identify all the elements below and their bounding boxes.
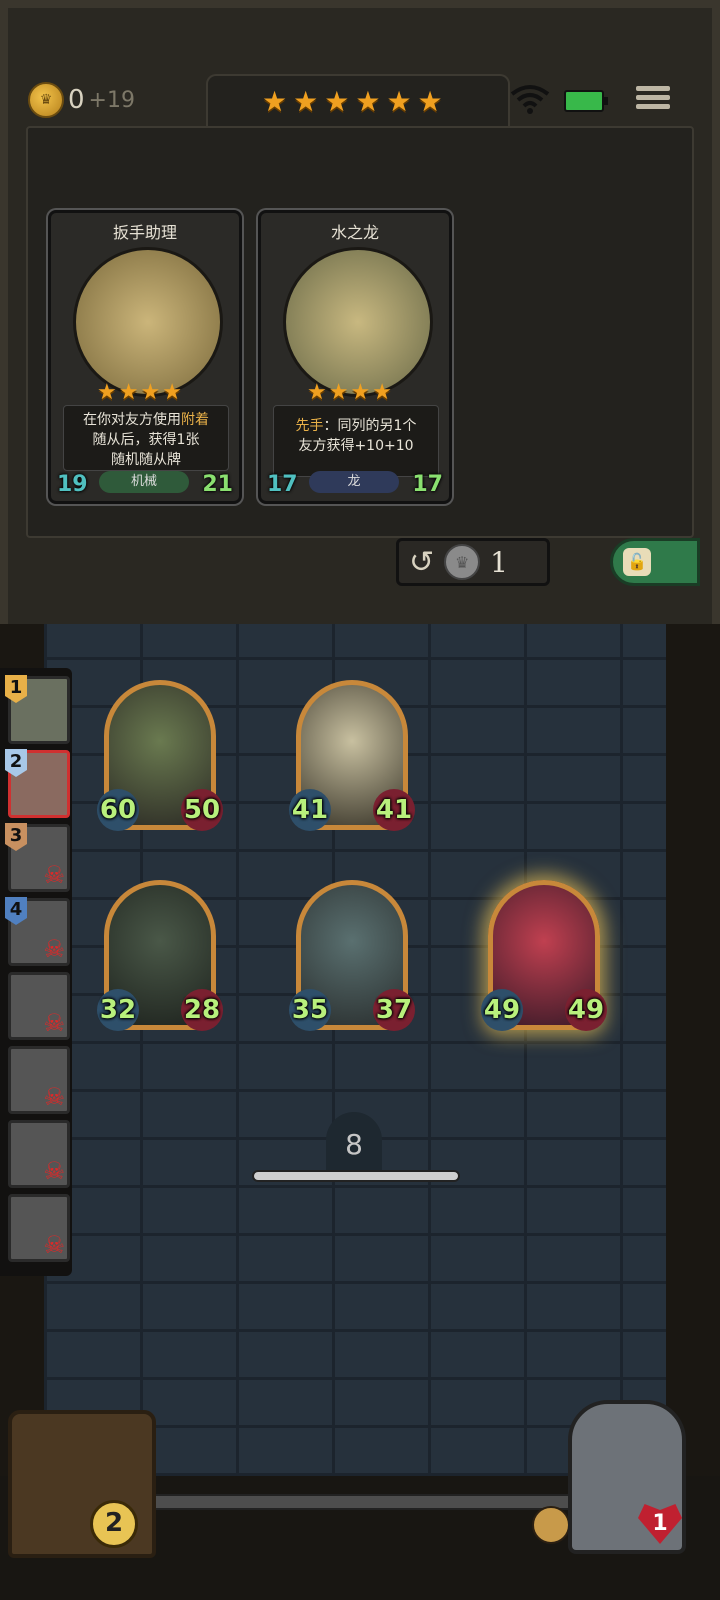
wifi-icon — [510, 85, 550, 114]
coin-icon: ♛ — [28, 82, 64, 118]
card-name: 水之龙 — [330, 223, 379, 242]
star-icon: ★ — [386, 85, 412, 118]
player-slot[interactable]: 3 ☠ — [5, 823, 70, 892]
minion-health: 41 — [373, 789, 415, 831]
star-icon: ★ — [118, 380, 139, 405]
refresh-cost: 1 — [490, 545, 508, 579]
star-icon: ★ — [162, 380, 182, 405]
minion-card[interactable]: 32 28 — [97, 880, 223, 1031]
player-slot[interactable]: ☠ — [8, 1194, 70, 1262]
deck-button[interactable]: 2 — [8, 1410, 156, 1558]
shop-card[interactable]: 水之龙 ★ ★ ★ ★ 先手：同列的另1个 友方获得+10+10 17 17 龙 — [258, 210, 452, 504]
skull-icon: ☠ — [43, 935, 65, 963]
hero-power-icon[interactable] — [532, 1506, 570, 1544]
star-icon: ★ — [140, 380, 161, 405]
gold-increment: +19 — [88, 87, 135, 113]
rank-badge: 2 — [5, 749, 27, 777]
player-list: 1 2 3 ☠ 4 ☠ ☠ ☠ ☠ ☠ — [0, 668, 72, 1276]
card-name: 扳手助理 — [112, 223, 177, 242]
rank-badge: 3 — [5, 823, 27, 851]
coin-icon: ♛ — [444, 544, 481, 580]
chain-decoration — [140, 1494, 584, 1510]
card-health: 21 — [202, 472, 233, 497]
card-stars: ★ ★ ★ ★ — [97, 379, 182, 407]
menu-icon[interactable] — [636, 82, 670, 116]
card-attack: 19 — [57, 472, 88, 497]
lock-icon: 🔓 — [623, 548, 651, 576]
player-slot[interactable]: 4 ☠ — [5, 897, 70, 966]
star-icon: ★ — [262, 85, 288, 118]
skull-icon: ☠ — [43, 1083, 65, 1111]
refresh-icon: ↺ — [409, 544, 435, 580]
gold-display: ♛ 0 +19 — [28, 82, 135, 118]
star-icon: ★ — [293, 85, 319, 118]
card-portrait — [73, 247, 223, 397]
gold-amount: 0 — [68, 85, 85, 115]
star-icon: ★ — [355, 85, 381, 118]
minion-card[interactable]: 41 41 — [289, 680, 415, 831]
turn-timer: 8 — [326, 1112, 382, 1170]
card-portrait — [283, 247, 433, 397]
minion-card-golden[interactable]: 49 49 — [481, 880, 607, 1031]
card-description: 在你对友方使用附着 随从后，获得1张 随机随从牌 — [63, 405, 229, 471]
star-icon: ★ — [307, 380, 327, 405]
board-wall-right — [666, 624, 720, 1476]
card-attack: 17 — [267, 472, 298, 497]
star-icon: ★ — [350, 380, 371, 405]
minion-attack: 32 — [97, 989, 139, 1031]
minion-health: 37 — [373, 989, 415, 1031]
minion-card[interactable]: 60 50 — [97, 680, 223, 831]
minion-attack: 60 — [97, 789, 139, 831]
minion-attack: 41 — [289, 789, 331, 831]
skull-icon: ☠ — [43, 1157, 65, 1185]
timer-bar — [252, 1170, 460, 1182]
star-icon: ★ — [97, 380, 117, 405]
minion-health: 50 — [181, 789, 223, 831]
card-health: 17 — [412, 472, 443, 497]
deck-count: 2 — [90, 1500, 138, 1548]
star-icon: ★ — [324, 85, 350, 118]
minion-attack: 49 — [481, 989, 523, 1031]
lock-button[interactable]: 🔓 — [610, 538, 700, 586]
battery-icon — [564, 90, 608, 112]
tavern-stars: ★ ★ ★ ★ ★ ★ — [262, 88, 443, 116]
minion-attack: 35 — [289, 989, 331, 1031]
player-slot[interactable]: 1 — [5, 675, 70, 744]
player-slot-current[interactable]: 2 — [5, 749, 70, 818]
minion-health: 28 — [181, 989, 223, 1031]
skull-icon: ☠ — [43, 861, 65, 889]
minion-health: 49 — [565, 989, 607, 1031]
star-icon: ★ — [328, 380, 349, 405]
refresh-button[interactable]: ↺ ♛ 1 — [396, 538, 550, 586]
card-tribe: 机械 — [99, 471, 189, 493]
player-slot[interactable]: ☠ — [8, 1046, 70, 1114]
player-slot[interactable]: ☠ — [8, 972, 70, 1040]
card-description: 先手：同列的另1个 友方获得+10+10 — [273, 405, 439, 477]
skull-icon: ☠ — [43, 1231, 65, 1259]
star-icon: ★ — [417, 85, 443, 118]
player-slot[interactable]: ☠ — [8, 1120, 70, 1188]
card-tribe: 龙 — [309, 471, 399, 493]
skull-icon: ☠ — [43, 1009, 65, 1037]
shop-card[interactable]: 扳手助理 ★ ★ ★ ★ 在你对友方使用附着 随从后，获得1张 随机随从牌 19… — [48, 210, 242, 504]
rank-badge: 1 — [5, 675, 27, 703]
card-stars: ★ ★ ★ ★ — [307, 379, 392, 407]
star-icon: ★ — [372, 380, 392, 405]
rank-badge: 4 — [5, 897, 27, 925]
minion-card[interactable]: 35 37 — [289, 880, 415, 1031]
